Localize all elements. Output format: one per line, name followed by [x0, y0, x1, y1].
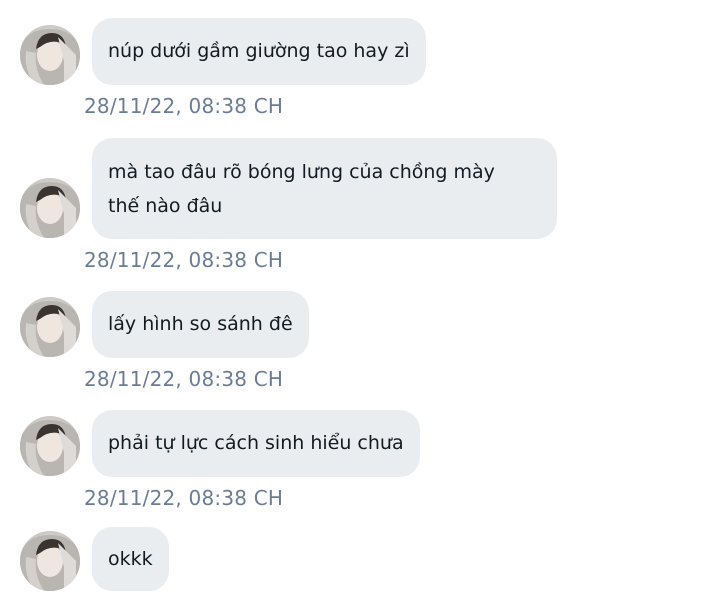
message-text: phải tự lực cách sinh hiểu chưa [108, 432, 404, 454]
message-bubble[interactable]: okkk [92, 527, 169, 591]
message-text-line: mà tao đâu rõ bóng lưng của chồng mày [108, 161, 495, 183]
message-timestamp: 28/11/22, 08:38 CH [84, 248, 284, 272]
avatar[interactable] [20, 178, 80, 238]
avatar[interactable] [20, 25, 80, 85]
message-bubble[interactable]: phải tự lực cách sinh hiểu chưa [92, 410, 420, 477]
avatar-photo-icon [20, 29, 80, 85]
avatar-photo-icon [20, 182, 80, 238]
avatar[interactable] [20, 297, 80, 357]
avatar-photo-icon [20, 535, 80, 591]
avatar-photo-icon [20, 420, 80, 476]
message-text: okkk [108, 548, 153, 570]
avatar-photo-icon [20, 301, 80, 357]
message-timestamp: 28/11/22, 08:38 CH [84, 486, 284, 510]
message-timestamp: 28/11/22, 08:38 CH [84, 94, 284, 118]
message-bubble[interactable]: mà tao đâu rõ bóng lưng của chồng mày th… [92, 138, 557, 239]
message-bubble[interactable]: lấy hình so sánh đê [92, 291, 309, 358]
message-timestamp: 28/11/22, 08:38 CH [84, 367, 284, 391]
message-text: lấy hình so sánh đê [108, 313, 293, 335]
avatar[interactable] [20, 531, 80, 591]
avatar[interactable] [20, 416, 80, 476]
message-text-line: thế nào đâu [108, 195, 223, 217]
message-text: núp dưới gầm giường tao hay zì [108, 40, 410, 62]
message-bubble[interactable]: núp dưới gầm giường tao hay zì [92, 18, 426, 85]
